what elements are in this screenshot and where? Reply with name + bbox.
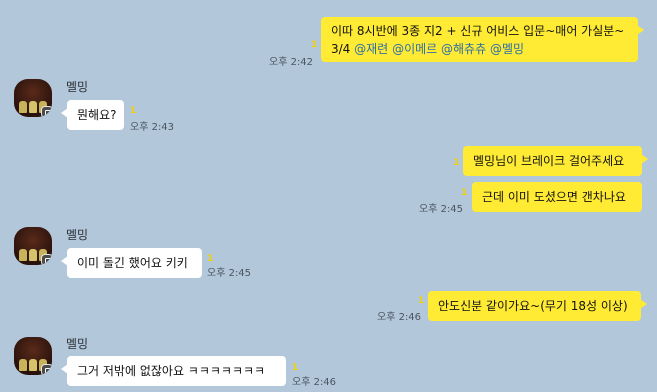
message-bubble-mine[interactable]: 이따 8시반에 3종 지2 + 신규 어비스 입문~매어 가실분~ 3/4 @재… [321,17,644,62]
message-bubble-theirs[interactable]: 이미 돌긴 했어요 키키 [61,248,202,278]
message-text: 안도신분 같이가요~(무기 18성 이상) [438,299,628,313]
sender-name: 멜밍 [66,337,89,351]
mention-link[interactable]: @해츄츄 [441,42,486,56]
message-bubble-theirs[interactable]: 뭔해요? [61,100,124,130]
mention-link[interactable]: @이메르 [392,42,437,56]
unread-count: 1 [461,188,468,198]
message-bubble-theirs[interactable]: 그거 저밖에 없잖아요 ㅋㅋㅋㅋㅋㅋㅋ [61,356,286,386]
unread-count: 1 [311,40,318,50]
unread-count: 1 [292,363,299,373]
message-text: 이따 8시반에 3종 지2 + 신규 어비스 입문~매어 가실분~ [331,24,625,38]
mention-link[interactable]: @재련 [354,42,388,56]
sender-name: 멜밍 [66,80,89,94]
message-text: 이미 돌긴 했어요 키키 [77,256,188,270]
message-text: 뭔해요? [77,108,117,122]
sender-avatar[interactable] [14,79,52,117]
message-bubble-mine[interactable]: 근데 이미 도셨으면 갠차나요 [472,182,642,212]
profile-badge-icon [41,106,52,117]
message-text: 근데 이미 도셨으면 갠차나요 [482,190,626,204]
message-bubble-mine[interactable]: 안도신분 같이가요~(무기 18성 이상) [428,291,647,321]
message-timestamp: 오후 2:46 [292,377,337,388]
message-timestamp: 오후 2:46 [377,312,422,323]
message-timestamp: 오후 2:45 [419,204,464,215]
message-text: 그거 저밖에 없잖아요 ㅋㅋㅋㅋㅋㅋㅋ [77,364,266,378]
message-text-line2: 3/4 @재련 @이메르 @해츄츄 @멜밍 [331,42,525,56]
profile-badge-icon [41,254,52,265]
message-timestamp: 오후 2:42 [269,57,314,68]
profile-badge-icon [41,364,52,375]
mention-link[interactable]: @멜밍 [490,42,524,56]
unread-count: 1 [418,296,425,306]
message-text: 멜밍님이 브레이크 걸어주세요 [473,154,625,168]
sender-avatar[interactable] [14,337,52,375]
unread-count: 1 [207,254,214,264]
unread-count: 1 [453,158,460,168]
unread-count: 1 [130,106,137,116]
message-timestamp: 오후 2:45 [207,268,252,279]
message-timestamp: 오후 2:43 [130,122,175,133]
message-bubble-mine[interactable]: 멜밍님이 브레이크 걸어주세요 [463,146,648,176]
sender-name: 멜밍 [66,228,89,242]
sender-avatar[interactable] [14,227,52,265]
